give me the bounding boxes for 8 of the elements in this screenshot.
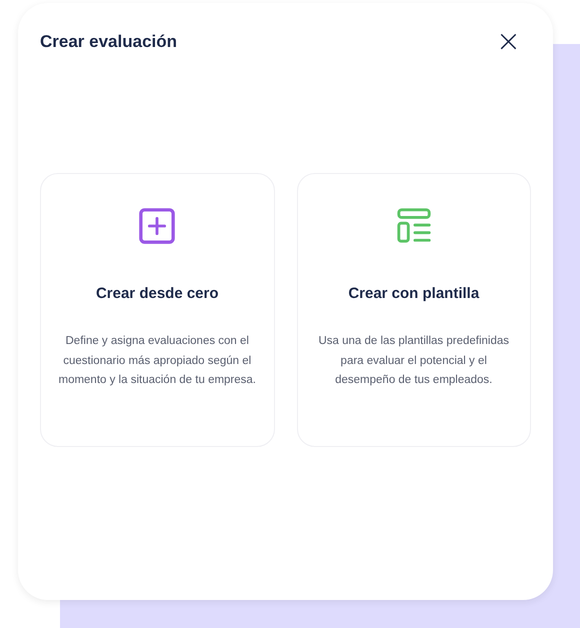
option-card[interactable]: Crear desde cero Define y asigna evaluaciones con el cuestionario más apropiado según el momento y la situación de tu empresa. [40, 173, 274, 447]
dialog-title: Crear evaluación [40, 32, 178, 52]
option-description: Define y asigna evaluaciones con el cuestionario más apropiado según el momento y la situación de tu empresa. [57, 334, 258, 388]
option-description: Usa una de las plantillas predefinidas para evaluar el potencial y el desempeño de tus empleados. [317, 334, 510, 388]
option-card[interactable]: Crear con plantilla Usa una de las plantillas predefinidas para evaluar el potencial y el desempeño de tus empleados. [296, 173, 531, 447]
option-title: Crear con plantilla [348, 285, 480, 302]
option-title: Crear desde cero [96, 285, 219, 302]
close-button[interactable]: × [486, 31, 531, 53]
